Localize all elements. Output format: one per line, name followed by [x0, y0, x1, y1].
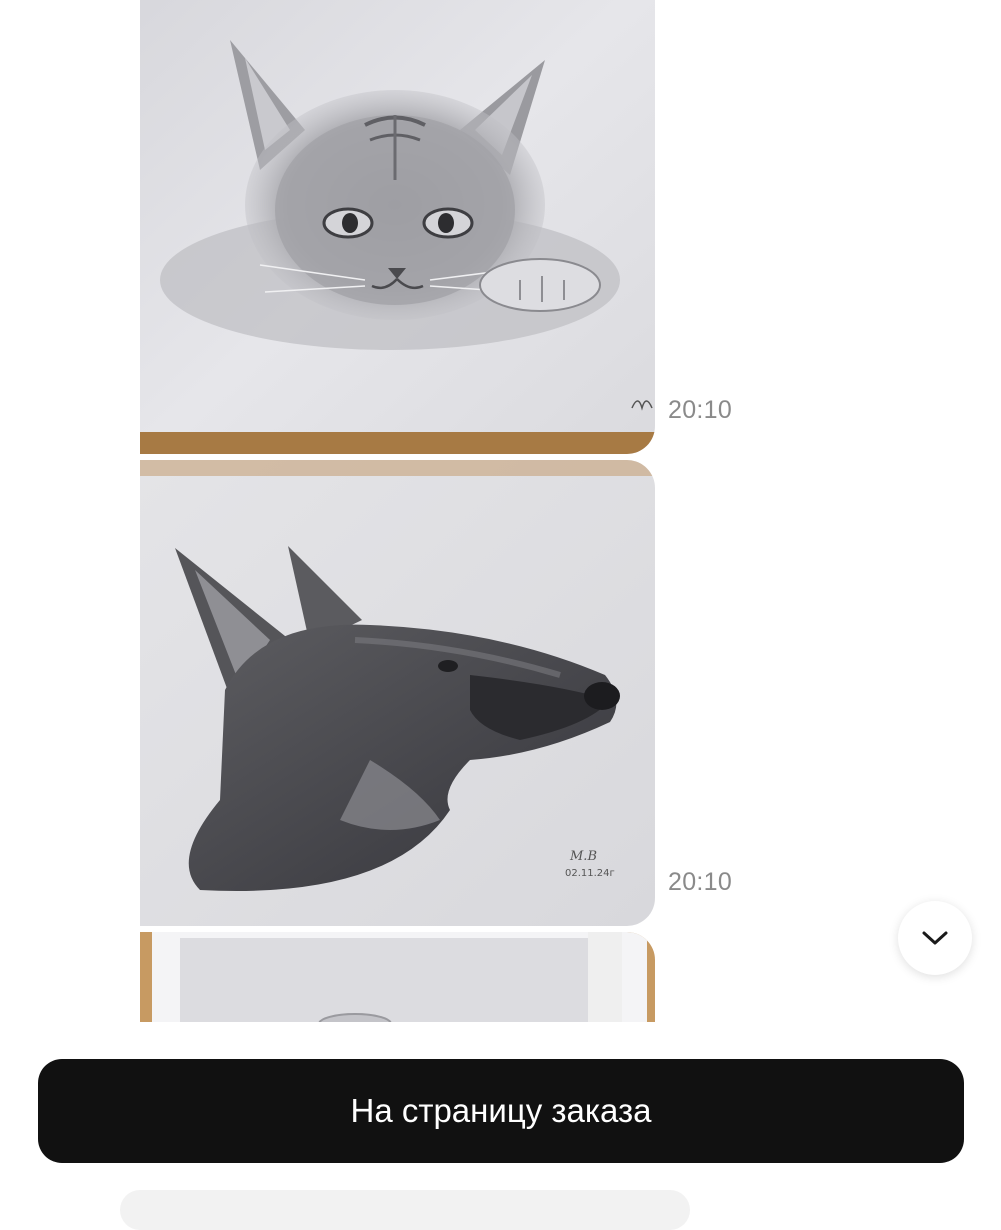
- photo-message-framed-drawing[interactable]: [140, 932, 655, 1022]
- chat-message-list: 20:10 М.В 02.11.24г 20:10: [0, 0, 1001, 1022]
- photo-message-cat-drawing[interactable]: [140, 0, 655, 454]
- scroll-to-bottom-button[interactable]: [898, 901, 972, 975]
- go-to-order-page-button[interactable]: На страницу заказа: [38, 1059, 964, 1163]
- secondary-action-pill[interactable]: [120, 1190, 690, 1230]
- bottom-action-panel: На страницу заказа: [0, 1022, 1001, 1230]
- photo-message-dog-drawing[interactable]: М.В 02.11.24г: [140, 460, 655, 926]
- framed-drawing-image: [140, 932, 655, 1022]
- message-timestamp: 20:10: [668, 396, 733, 424]
- svg-text:02.11.24г: 02.11.24г: [565, 868, 615, 879]
- svg-text:М.В: М.В: [569, 849, 597, 864]
- dog-drawing-image: М.В 02.11.24г: [140, 460, 655, 926]
- message-timestamp: 20:10: [668, 868, 733, 896]
- chevron-down-icon: [922, 931, 948, 945]
- cat-drawing-image: [140, 0, 655, 454]
